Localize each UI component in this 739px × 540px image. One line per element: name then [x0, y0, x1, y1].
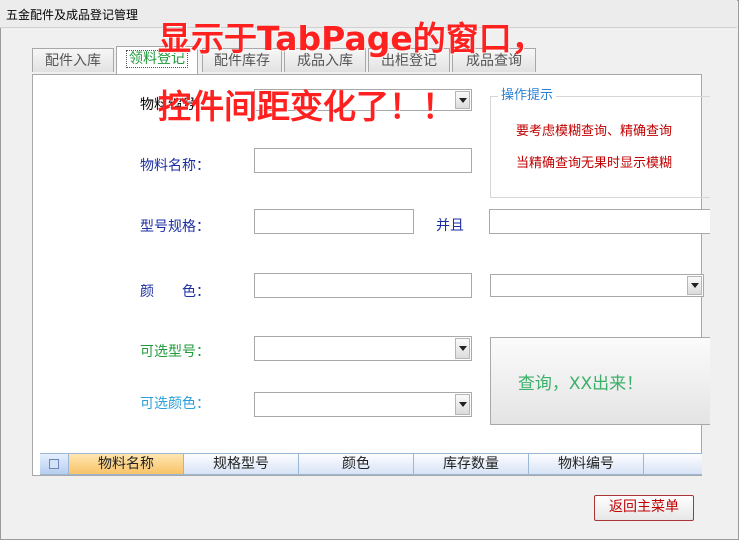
window-title: 五金配件及成品登记管理	[6, 8, 139, 22]
chevron-down-icon	[458, 97, 467, 103]
hint-groupbox-title: 操作提示	[498, 84, 557, 103]
annotation-text: 控件间距变化了！！	[158, 87, 455, 126]
optional-color-combo[interactable]	[254, 392, 472, 417]
material-name-label: 物料名称：	[140, 158, 210, 174]
grid-column-header[interactable]: 库存数量	[414, 454, 529, 474]
material-name-input[interactable]	[254, 148, 472, 173]
optional-model-label: 可选型号：	[140, 344, 210, 360]
spec-label: 型号规格：	[140, 219, 210, 235]
dropdown-button[interactable]	[455, 394, 470, 415]
grid-column-header[interactable]: 颜色	[299, 454, 414, 474]
dropdown-button[interactable]	[455, 91, 470, 109]
optional-model-combo[interactable]	[254, 336, 472, 361]
query-button-label: 查询，XX出来！	[517, 373, 644, 394]
chevron-down-icon	[458, 402, 467, 407]
chevron-down-icon	[458, 346, 467, 351]
tab-parts-inbound[interactable]: 配件入库	[32, 48, 114, 72]
query-button[interactable]: 查询，XX出来！	[490, 337, 710, 425]
chevron-down-icon	[690, 283, 699, 288]
grid-column-header[interactable]: 规格型号	[184, 454, 299, 474]
annotation-text: 显示于TabPage的窗口，	[158, 19, 545, 58]
grid-column-header[interactable]: 物料名称	[69, 454, 184, 474]
color-input[interactable]	[254, 273, 472, 298]
color-combo[interactable]	[490, 274, 704, 297]
select-all-icon	[49, 459, 59, 469]
grid-select-all-corner[interactable]	[40, 454, 69, 474]
spec-input[interactable]	[254, 209, 414, 234]
color-label: 颜 色：	[140, 284, 210, 300]
spec-extra-input[interactable]	[489, 209, 710, 234]
optional-color-label: 可选颜色：	[140, 396, 210, 412]
dropdown-button[interactable]	[455, 338, 470, 359]
back-to-main-menu-button[interactable]: 返回主菜单	[594, 495, 694, 521]
grid-column-header[interactable]: 备	[644, 454, 702, 474]
grid-column-header[interactable]: 物料编号	[529, 454, 644, 474]
hint-line: 要考虑模糊查询、精确查询	[516, 124, 673, 139]
and-label: 并且	[436, 218, 464, 234]
results-grid-header: 物料名称 规格型号 颜色 库存数量 物料编号 备	[40, 453, 702, 475]
dropdown-button[interactable]	[687, 276, 702, 295]
hint-groupbox	[490, 96, 710, 198]
hint-line: 当精确查询无果时显示模糊	[516, 156, 673, 171]
